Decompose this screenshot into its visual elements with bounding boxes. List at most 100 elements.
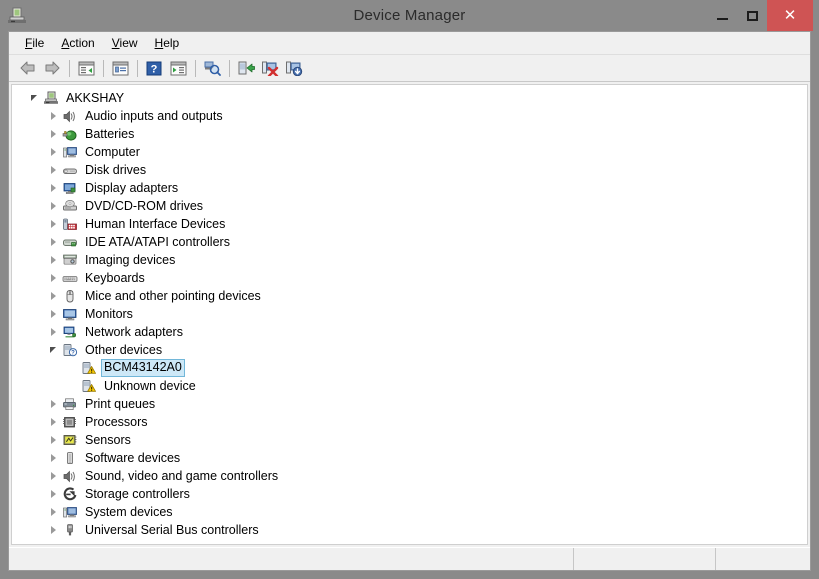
monitor-icon [61, 306, 79, 322]
tree-node-label: BCM43142A0 [101, 359, 185, 377]
expander-collapsed-icon[interactable] [45, 521, 61, 539]
warning-device-icon [80, 378, 98, 394]
tree-node-sound-video-and-game-controllers[interactable]: Sound, video and game controllers [12, 467, 807, 485]
minimize-button[interactable] [708, 0, 737, 31]
window-title: Device Manager [0, 7, 819, 24]
expander-collapsed-icon[interactable] [45, 287, 61, 305]
tree-node-mice-and-other-pointing-devices[interactable]: Mice and other pointing devices [12, 287, 807, 305]
tree-node-batteries[interactable]: Batteries [12, 125, 807, 143]
expander-collapsed-icon[interactable] [45, 197, 61, 215]
tree-node-sensors[interactable]: Sensors [12, 431, 807, 449]
processor-icon [61, 414, 79, 430]
forward-button[interactable] [41, 57, 63, 79]
status-pane-tertiary [716, 548, 810, 570]
tree-node-imaging-devices[interactable]: Imaging devices [12, 251, 807, 269]
tree-node-label: Imaging devices [82, 251, 178, 269]
tree-node-software-devices[interactable]: Software devices [12, 449, 807, 467]
expander-collapsed-icon[interactable] [45, 395, 61, 413]
disk-drive-icon [61, 162, 79, 178]
disable-device-button[interactable] [283, 57, 305, 79]
tree-node-display-adapters[interactable]: Display adapters [12, 179, 807, 197]
expander-collapsed-icon[interactable] [45, 161, 61, 179]
tree-node-dvd-cd-rom-drives[interactable]: DVD/CD-ROM drives [12, 197, 807, 215]
expander-expanded-icon[interactable] [26, 89, 42, 107]
expander-collapsed-icon[interactable] [45, 449, 61, 467]
expander-collapsed-icon[interactable] [45, 251, 61, 269]
tree-node-print-queues[interactable]: Print queues [12, 395, 807, 413]
update-driver-button[interactable] [235, 57, 257, 79]
expander-collapsed-icon[interactable] [45, 143, 61, 161]
expander-collapsed-icon[interactable] [45, 179, 61, 197]
show-console-tree-button[interactable] [75, 57, 97, 79]
usb-controller-icon [61, 522, 79, 538]
hid-icon [61, 216, 79, 232]
uninstall-device-button[interactable] [259, 57, 281, 79]
expander-collapsed-icon[interactable] [45, 323, 61, 341]
expander-collapsed-icon[interactable] [45, 413, 61, 431]
forward-arrow-icon [43, 60, 61, 76]
menu-view[interactable]: View [104, 34, 147, 52]
tree-node-label: Universal Serial Bus controllers [82, 521, 262, 539]
software-device-icon [61, 450, 79, 466]
computer-root-icon [42, 90, 60, 106]
tree-node-system-devices[interactable]: System devices [12, 503, 807, 521]
tree-node-human-interface-devices[interactable]: Human Interface Devices [12, 215, 807, 233]
tree-node-keyboards[interactable]: Keyboards [12, 269, 807, 287]
view-list-button[interactable] [167, 57, 189, 79]
device-tree-pane[interactable]: AKKSHAYAudio inputs and outputsBatteries… [11, 84, 808, 545]
update-driver-icon [237, 60, 255, 76]
tree-node-processors[interactable]: Processors [12, 413, 807, 431]
close-button[interactable]: ✕ [767, 0, 813, 31]
minimize-icon [717, 18, 728, 20]
expander-collapsed-icon[interactable] [45, 431, 61, 449]
speaker-icon [61, 108, 79, 124]
dvd-drive-icon [61, 198, 79, 214]
display-adapter-icon [61, 180, 79, 196]
expander-collapsed-icon[interactable] [45, 233, 61, 251]
scan-hardware-changes-button[interactable] [201, 57, 223, 79]
properties-button[interactable] [109, 57, 131, 79]
menu-help[interactable]: Help [147, 34, 189, 52]
help-button[interactable]: ? [143, 57, 165, 79]
expander-collapsed-icon[interactable] [45, 485, 61, 503]
tree-node-storage-controllers[interactable]: Storage controllers [12, 485, 807, 503]
back-button[interactable] [17, 57, 39, 79]
title-bar[interactable]: Device Manager ✕ [0, 0, 819, 31]
tree-node-monitors[interactable]: Monitors [12, 305, 807, 323]
back-arrow-icon [19, 60, 37, 76]
tree-node-unknown-device[interactable]: Unknown device [12, 377, 807, 395]
tree-node-network-adapters[interactable]: Network adapters [12, 323, 807, 341]
help-icon: ? [146, 61, 162, 76]
status-pane-secondary [574, 548, 716, 570]
expander-collapsed-icon[interactable] [45, 125, 61, 143]
scan-hardware-changes-icon [203, 60, 221, 76]
tree-node-universal-serial-bus-controllers[interactable]: Universal Serial Bus controllers [12, 521, 807, 539]
tree-node-other-devices[interactable]: ?Other devices [12, 341, 807, 359]
expander-collapsed-icon[interactable] [45, 305, 61, 323]
tree-node-disk-drives[interactable]: Disk drives [12, 161, 807, 179]
tree-node-ide-ata-atapi-controllers[interactable]: IDE ATA/ATAPI controllers [12, 233, 807, 251]
expander-collapsed-icon[interactable] [45, 269, 61, 287]
expander-collapsed-icon[interactable] [45, 107, 61, 125]
unknown-device-group-icon: ? [61, 342, 79, 358]
storage-controller-icon [61, 486, 79, 502]
expander-collapsed-icon[interactable] [45, 503, 61, 521]
expander-expanded-icon[interactable] [45, 341, 61, 359]
ide-controller-icon [61, 234, 79, 250]
menu-action[interactable]: Action [53, 34, 103, 52]
expander-collapsed-icon[interactable] [45, 467, 61, 485]
expander-collapsed-icon[interactable] [45, 215, 61, 233]
tree-node-label: Audio inputs and outputs [82, 107, 226, 125]
tree-node-akkshay[interactable]: AKKSHAY [12, 89, 807, 107]
tree-node-computer[interactable]: Computer [12, 143, 807, 161]
tree-node-label: Software devices [82, 449, 183, 467]
tree-node-audio-inputs-and-outputs[interactable]: Audio inputs and outputs [12, 107, 807, 125]
menu-file[interactable]: File [17, 34, 53, 52]
maximize-button[interactable] [737, 0, 767, 31]
device-manager-window: Device Manager ✕ File Action View Help [0, 0, 819, 579]
tree-node-label: IDE ATA/ATAPI controllers [82, 233, 233, 251]
tree-node-bcm43142a0[interactable]: BCM43142A0 [12, 359, 807, 377]
toolbar-separator [137, 60, 138, 77]
maximize-icon [747, 11, 758, 21]
status-pane-main [9, 548, 574, 570]
